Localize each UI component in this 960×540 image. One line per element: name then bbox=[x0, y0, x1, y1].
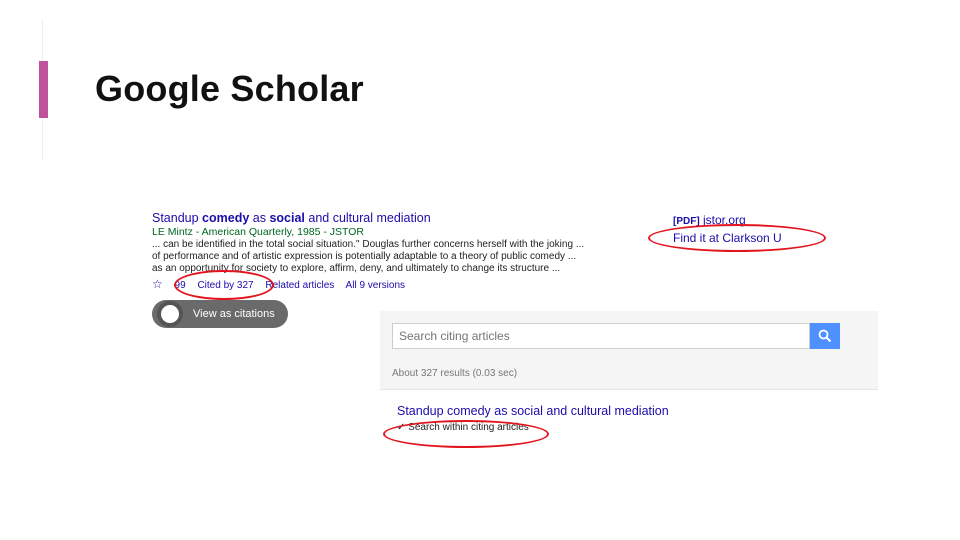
versions-link[interactable]: All 9 versions bbox=[346, 280, 405, 291]
cited-article-title[interactable]: Standup comedy as social and cultural me… bbox=[397, 404, 669, 418]
result-snippet-line: ... can be identified in the total socia… bbox=[152, 239, 585, 250]
star-icon[interactable]: ☆ bbox=[152, 277, 163, 291]
related-articles-link[interactable]: Related articles bbox=[265, 280, 334, 291]
search-icon bbox=[818, 329, 832, 343]
slide-accent-bar bbox=[39, 61, 48, 118]
annotation-circle bbox=[383, 420, 549, 448]
view-as-citations-toggle[interactable]: View as citations bbox=[152, 300, 288, 328]
annotation-circle bbox=[648, 224, 826, 252]
citing-search-panel: About 327 results (0.03 sec) bbox=[380, 311, 878, 390]
search-button[interactable] bbox=[810, 323, 840, 349]
annotation-circle bbox=[174, 270, 274, 300]
result-authors: LE Mintz - American Quarterly, 1985 - JS… bbox=[152, 226, 365, 238]
result-snippet-line: of performance and of artistic expressio… bbox=[152, 251, 577, 262]
toggle-knob bbox=[157, 301, 183, 327]
result-title-link[interactable]: Standup comedy as social and cultural me… bbox=[152, 211, 672, 226]
search-citing-input[interactable] bbox=[392, 323, 810, 349]
slide-title: Google Scholar bbox=[95, 68, 364, 109]
results-count: About 327 results (0.03 sec) bbox=[392, 368, 518, 379]
toggle-label: View as citations bbox=[193, 308, 275, 320]
